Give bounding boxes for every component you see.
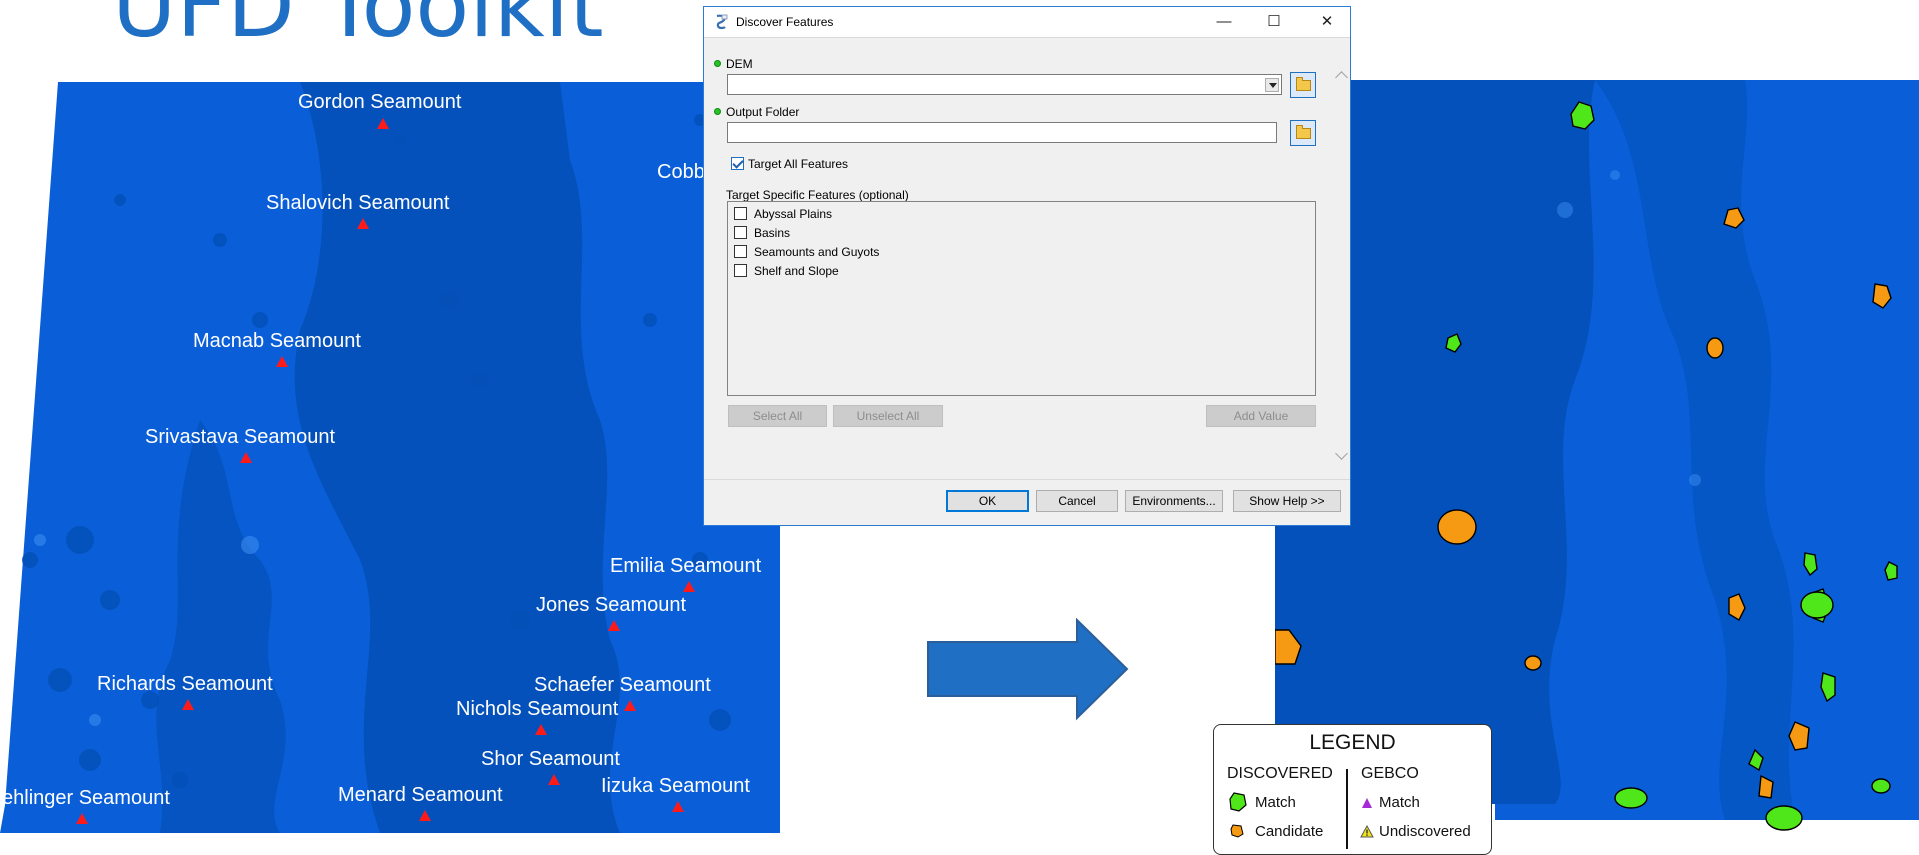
dem-label: DEM xyxy=(726,57,753,71)
seamount-label: Srivastava Seamount xyxy=(145,426,336,448)
undiscovered-warning-icon xyxy=(1360,825,1374,838)
seamount-marker-icon xyxy=(672,801,684,812)
target-all-label: Target All Features xyxy=(748,157,849,171)
feature-listbox[interactable]: Abyssal Plains Basins Seamounts and Guyo… xyxy=(727,201,1316,396)
seamount-marker-icon xyxy=(76,813,88,824)
feature-checkbox[interactable] xyxy=(734,226,747,239)
seamount-marker-icon xyxy=(357,218,369,229)
seamount-marker-icon xyxy=(182,699,194,710)
legend-candidate-label: Candidate xyxy=(1255,823,1324,840)
ok-button[interactable]: OK xyxy=(946,490,1029,512)
feature-checkbox[interactable] xyxy=(734,245,747,258)
folder-icon xyxy=(1296,125,1311,139)
seamount-label: Menard Seamount xyxy=(338,784,503,806)
candidate-polygon-icon xyxy=(1230,824,1244,838)
gebco-match-triangle-icon xyxy=(1362,798,1372,808)
legend-divider xyxy=(1346,769,1348,849)
unselect-all-button[interactable]: Unselect All xyxy=(833,405,943,427)
feature-label: Seamounts and Guyots xyxy=(754,245,880,259)
chevron-down-icon[interactable] xyxy=(1265,78,1279,92)
seamount-label: Emilia Seamount xyxy=(610,555,762,577)
seamount-label: Gordon Seamount xyxy=(298,91,462,113)
button-bar-divider xyxy=(704,479,1350,480)
target-all-checkbox[interactable] xyxy=(731,157,744,170)
dialog-title: Discover Features xyxy=(736,15,834,29)
seamount-label: Shalovich Seamount xyxy=(266,192,450,214)
minimize-button[interactable]: — xyxy=(1199,7,1249,37)
seamount-label: Richards Seamount xyxy=(97,673,273,695)
seamount-label: Jones Seamount xyxy=(536,594,687,616)
legend-match-label: Match xyxy=(1255,794,1296,811)
seamount-marker-icon xyxy=(419,810,431,821)
seamount-marker-icon xyxy=(535,724,547,735)
legend: LEGEND DISCOVERED GEBCO Match Candidate … xyxy=(1213,724,1492,855)
seamount-label: ehlinger Seamount xyxy=(2,787,170,809)
seamount-label: Schaefer Seamount xyxy=(534,674,711,696)
vertical-scrollbar[interactable] xyxy=(1334,53,1350,473)
required-indicator-icon xyxy=(714,108,721,115)
seamount-marker-icon xyxy=(624,700,636,711)
legend-gebco-header: GEBCO xyxy=(1361,765,1419,782)
seamount-label: Shor Seamount xyxy=(481,748,620,770)
seamount-marker-icon xyxy=(276,356,288,367)
required-indicator-icon xyxy=(714,60,721,67)
seamount-label: Cobb xyxy=(657,161,705,183)
seamount-label: Nichols Seamount xyxy=(456,698,619,720)
feature-label: Basins xyxy=(754,226,791,240)
output-folder-input[interactable] xyxy=(727,122,1277,143)
cancel-button[interactable]: Cancel xyxy=(1036,490,1118,512)
show-help-button[interactable]: Show Help >> xyxy=(1233,490,1341,512)
close-button[interactable]: ✕ xyxy=(1302,7,1352,37)
environments-button[interactable]: Environments... xyxy=(1125,490,1223,512)
match-polygon-icon xyxy=(1229,792,1247,812)
dem-combobox[interactable] xyxy=(727,74,1282,95)
maximize-button[interactable]: ☐ xyxy=(1249,7,1299,37)
select-all-button[interactable]: Select All xyxy=(728,405,827,427)
output-folder-browse-button[interactable] xyxy=(1290,120,1316,146)
seamount-marker-icon xyxy=(548,774,560,785)
bathymetry-map-left xyxy=(0,82,780,833)
legend-gebco-match-label: Match xyxy=(1379,794,1420,811)
discover-features-dialog: Discover Features — ☐ ✕ DEM Output Folde… xyxy=(703,6,1351,526)
legend-discovered-header: DISCOVERED xyxy=(1227,765,1333,782)
right-arrow-icon xyxy=(927,617,1129,721)
folder-icon xyxy=(1296,77,1311,91)
seamount-label: Macnab Seamount xyxy=(193,330,361,352)
feature-checkbox[interactable] xyxy=(734,207,747,220)
add-value-button[interactable]: Add Value xyxy=(1206,405,1316,427)
script-tool-icon xyxy=(716,14,728,30)
dem-browse-button[interactable] xyxy=(1290,72,1316,98)
chevron-down-icon[interactable] xyxy=(1335,447,1348,460)
seamount-marker-icon xyxy=(683,581,695,592)
titlebar-divider xyxy=(704,37,1350,38)
feature-label: Abyssal Plains xyxy=(754,207,833,221)
dialog-titlebar[interactable]: Discover Features — ☐ ✕ xyxy=(704,7,1350,37)
seamount-marker-icon xyxy=(377,118,389,129)
target-specific-label: Target Specific Features (optional) xyxy=(726,188,909,202)
chevron-up-icon[interactable] xyxy=(1335,71,1348,84)
feature-label: Shelf and Slope xyxy=(754,264,839,278)
legend-title: LEGEND xyxy=(1309,731,1396,754)
seamount-marker-icon xyxy=(608,620,620,631)
seamount-marker-icon xyxy=(240,452,252,463)
feature-checkbox[interactable] xyxy=(734,264,747,277)
output-folder-label: Output Folder xyxy=(726,105,800,119)
legend-undiscovered-label: Undiscovered xyxy=(1379,823,1471,840)
seamount-label: Iizuka Seamount xyxy=(601,775,750,797)
